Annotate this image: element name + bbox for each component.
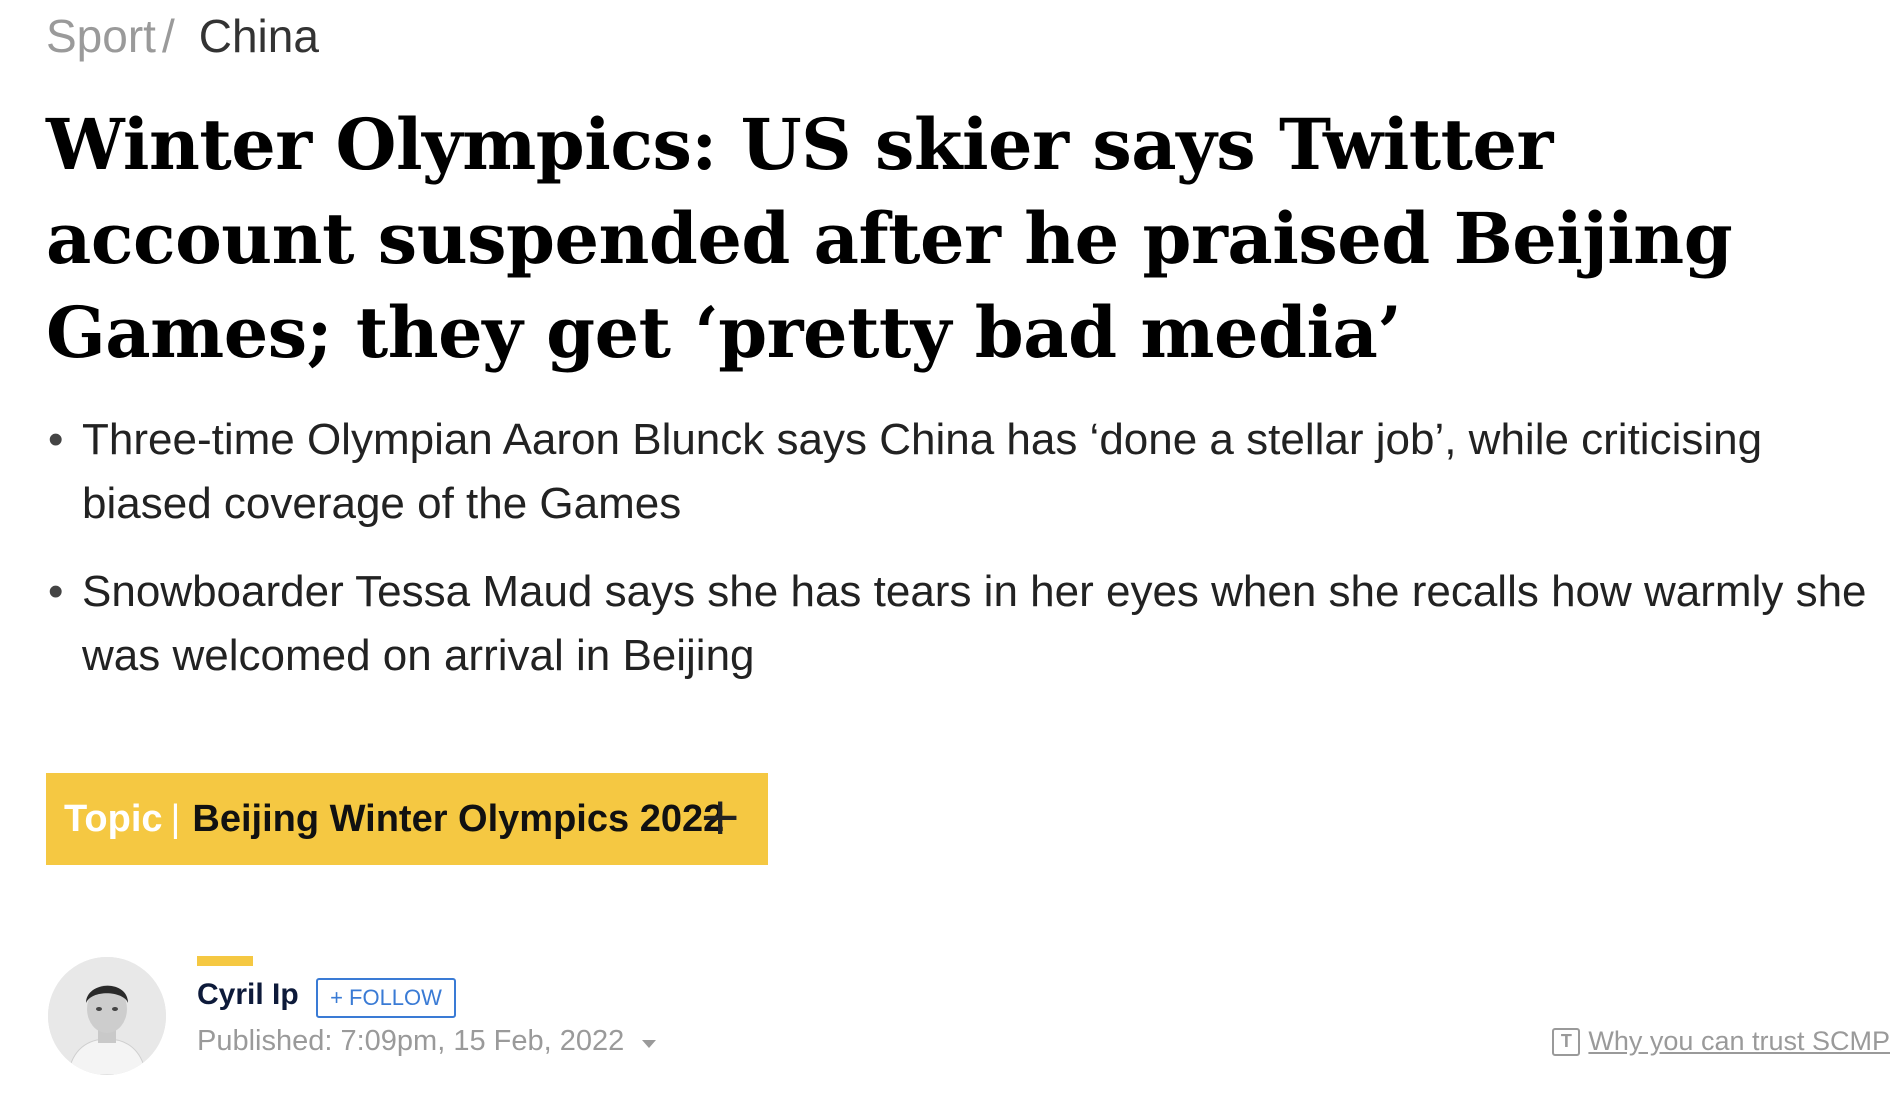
published-text: Published: 7:09pm, 15 Feb, 2022	[197, 1025, 625, 1057]
author-accent-bar	[197, 956, 253, 966]
breadcrumb: Sport / China	[46, 6, 319, 66]
bullet-icon: •	[48, 415, 64, 464]
trust-scmp-link[interactable]: T Why you can trust SCMP	[1552, 1026, 1890, 1057]
topic-name-link[interactable]: Beijing Winter Olympics 2022	[192, 798, 724, 841]
summary-item: • Three-time Olympian Aaron Blunck says …	[46, 408, 1886, 536]
trust-icon: T	[1552, 1027, 1581, 1056]
avatar-image	[48, 957, 166, 1075]
topic-separator: |	[170, 797, 181, 840]
follow-button[interactable]: + FOLLOW	[316, 978, 456, 1018]
article-headline: Winter Olympics: US skier says Twitter a…	[46, 103, 1733, 374]
author-name-link[interactable]: Cyril Ip	[197, 978, 299, 1012]
summary-item: • Snowboarder Tessa Maud says she has te…	[46, 560, 1886, 688]
published-date: Published: 7:09pm, 15 Feb, 2022	[197, 1025, 657, 1058]
author-avatar[interactable]	[48, 957, 166, 1075]
bullet-icon: •	[48, 567, 64, 616]
chevron-down-icon[interactable]	[642, 1039, 657, 1048]
breadcrumb-sport-link[interactable]: Sport	[46, 6, 156, 66]
article-summary-list: • Three-time Olympian Aaron Blunck says …	[46, 408, 1886, 712]
breadcrumb-separator: /	[161, 10, 175, 62]
breadcrumb-china-link[interactable]: China	[199, 6, 319, 66]
topic-label: Topic	[64, 797, 163, 840]
trust-label: Why you can trust SCMP	[1588, 1026, 1890, 1056]
summary-text: Snowboarder Tessa Maud says she has tear…	[82, 567, 1867, 680]
plus-icon[interactable]: +	[698, 787, 742, 847]
summary-text: Three-time Olympian Aaron Blunck says Ch…	[82, 415, 1763, 528]
topic-bar[interactable]: Topic | Beijing Winter Olympics 2022 +	[46, 773, 768, 865]
